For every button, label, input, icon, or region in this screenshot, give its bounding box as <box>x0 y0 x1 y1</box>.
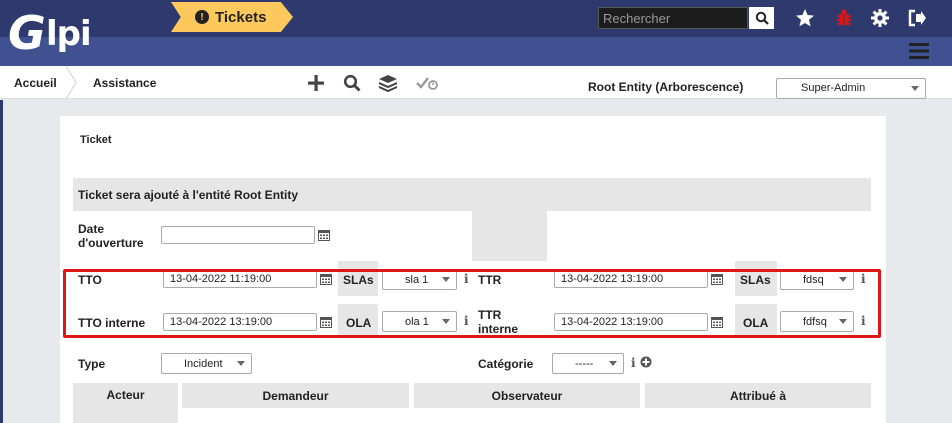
menu-icon[interactable] <box>908 42 930 60</box>
logout-icon[interactable] <box>906 7 928 29</box>
add-icon[interactable] <box>306 73 326 93</box>
profile-select[interactable]: Super-Admin <box>776 78 926 99</box>
search-button[interactable] <box>749 7 774 29</box>
breadcrumb-tickets-label: Tickets <box>215 8 267 26</box>
breadcrumb-accueil[interactable]: Accueil <box>14 66 57 99</box>
actors-header-demandeur: Demandeur <box>182 383 409 408</box>
actors-header-acteur: Acteur <box>73 383 178 423</box>
info-icon[interactable]: i <box>631 356 636 370</box>
highlight-box <box>63 269 881 338</box>
form-title: Ticket <box>80 134 112 146</box>
chevron-down-icon <box>911 86 919 91</box>
type-value: Incident <box>184 358 223 370</box>
category-select[interactable]: ----- <box>552 353 624 374</box>
star-icon[interactable] <box>794 7 816 29</box>
actors-header-attribue: Attribué à <box>645 383 871 408</box>
logo-text: lpi <box>46 14 92 54</box>
add-category-icon[interactable] <box>640 356 652 368</box>
search-input[interactable]: Rechercher <box>598 7 748 29</box>
actors-header-observateur: Observateur <box>414 383 640 408</box>
type-select[interactable]: Incident <box>161 353 252 374</box>
category-label: Catégorie <box>478 357 534 371</box>
profile-value: Super-Admin <box>801 82 866 94</box>
search-icon <box>755 11 769 25</box>
breadcrumb-tickets[interactable]: ! Tickets <box>171 2 293 32</box>
sub-header <box>0 37 952 66</box>
chevron-down-icon <box>609 361 617 366</box>
gear-icon[interactable] <box>869 7 891 29</box>
search-icon[interactable] <box>342 73 362 93</box>
type-label: Type <box>78 357 106 371</box>
date-opening-label: Date d'ouverture <box>78 222 144 250</box>
logo-letter: G <box>8 6 46 60</box>
layers-icon[interactable] <box>378 73 398 93</box>
breadcrumb-separator <box>65 66 77 99</box>
left-strip <box>0 100 3 423</box>
entity-label[interactable]: Root Entity (Arborescence) <box>588 80 743 94</box>
category-value: ----- <box>575 358 594 370</box>
bug-icon[interactable] <box>833 7 855 29</box>
breadcrumb-assistance[interactable]: Assistance <box>93 66 156 99</box>
section-header: Ticket sera ajouté à l'entité Root Entit… <box>73 178 871 211</box>
chevron-down-icon <box>237 361 245 366</box>
glpi-logo[interactable]: Glpi <box>8 6 103 60</box>
exclamation-icon: ! <box>195 10 209 24</box>
cell-bg <box>472 211 547 261</box>
date-opening-field[interactable] <box>161 226 315 244</box>
calendar-icon[interactable] <box>318 229 330 241</box>
validation-icon[interactable] <box>415 73 439 93</box>
